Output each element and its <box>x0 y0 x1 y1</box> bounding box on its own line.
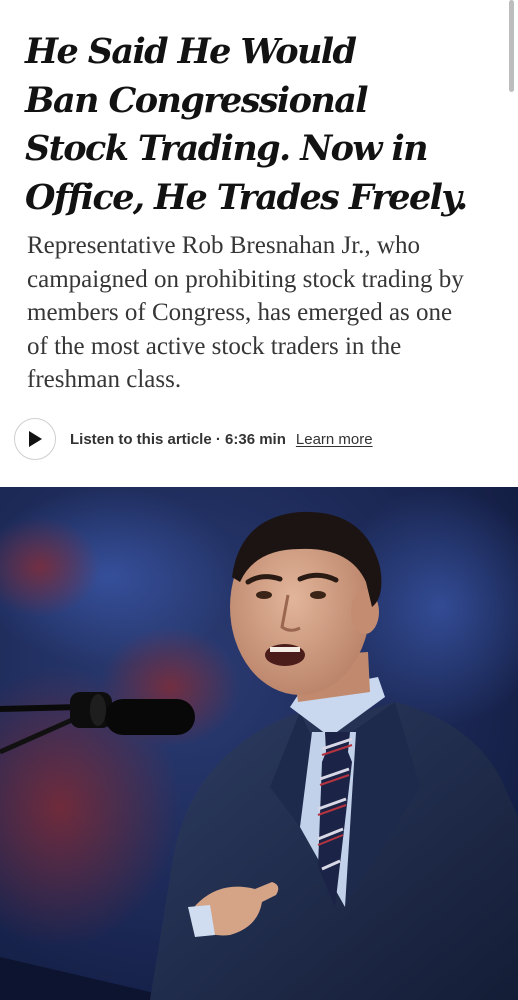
learn-more-link[interactable]: Learn more <box>296 431 373 448</box>
listen-duration-label: Listen to this article · 6:36 min <box>70 430 286 448</box>
headline-line: Ban Congressional <box>25 79 369 121</box>
article-summary: Representative Rob Bresnahan Jr., who ca… <box>27 229 497 397</box>
summary-line: freshman class. <box>27 366 182 393</box>
play-icon <box>29 431 42 447</box>
article-headline: He Said He Would Ban Congressional Stock… <box>25 28 495 222</box>
summary-line: campaigned on prohibiting stock trading … <box>27 265 464 293</box>
play-button[interactable] <box>14 418 56 460</box>
headline-line: Office, He Trades Freely. <box>25 176 468 218</box>
article-photo <box>0 487 518 1000</box>
speaker-photo-illustration <box>0 487 518 1000</box>
summary-line: members of Congress, has emerged as one <box>27 299 453 326</box>
headline-line: He Said He Would <box>25 31 357 72</box>
summary-line: Representative Rob Bresnahan Jr., who <box>27 232 420 259</box>
page-scrollbar[interactable] <box>509 0 514 92</box>
summary-line: of the most active stock traders in the <box>27 332 402 360</box>
headline-line: Stock Trading. Now in <box>25 128 429 169</box>
listen-to-article-bar: Listen to this article · 6:36 min Learn … <box>14 417 373 461</box>
